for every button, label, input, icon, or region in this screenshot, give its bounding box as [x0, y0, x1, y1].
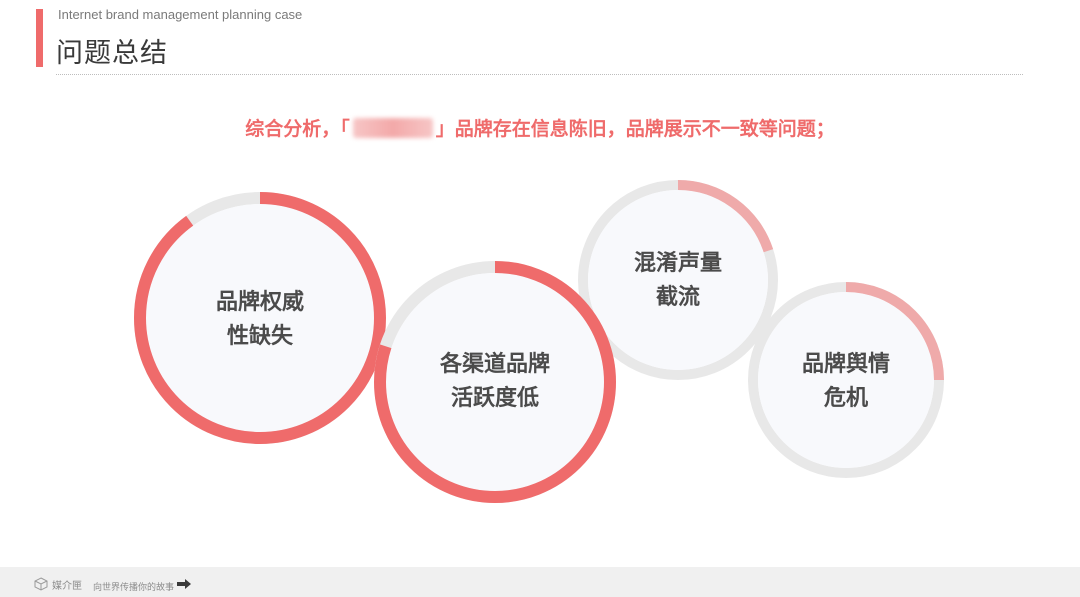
- footer-bar: 媒介匣 向世界传播你的故事: [0, 567, 1080, 597]
- footer-slogan: 向世界传播你的故事: [93, 583, 175, 593]
- circle-1-line-2: 性缺失: [226, 324, 293, 349]
- progress-rings: [134, 180, 944, 503]
- circle-2-line-1: 各渠道品牌: [439, 352, 550, 377]
- circle-4-label: 品牌舆情 危机: [766, 348, 926, 416]
- circle-3-line-2: 截流: [655, 285, 700, 310]
- circle-3-label: 混淆声量 截流: [598, 247, 758, 315]
- circle-4-line-2: 危机: [823, 386, 868, 411]
- arrow-right-icon: [177, 579, 191, 589]
- circle-2-line-2: 活跃度低: [450, 386, 539, 411]
- circle-1-line-1: 品牌权威: [215, 290, 304, 315]
- footer-logo-text: 媒介匣: [52, 581, 82, 592]
- circle-4-line-1: 品牌舆情: [801, 352, 890, 377]
- circle-1-label: 品牌权威 性缺失: [180, 286, 340, 354]
- cube-logo-icon: [34, 577, 48, 591]
- circle-3-line-1: 混淆声量: [633, 251, 722, 276]
- slide: Internet brand management planning case …: [0, 0, 1080, 597]
- circle-2-label: 各渠道品牌 活跃度低: [415, 348, 575, 416]
